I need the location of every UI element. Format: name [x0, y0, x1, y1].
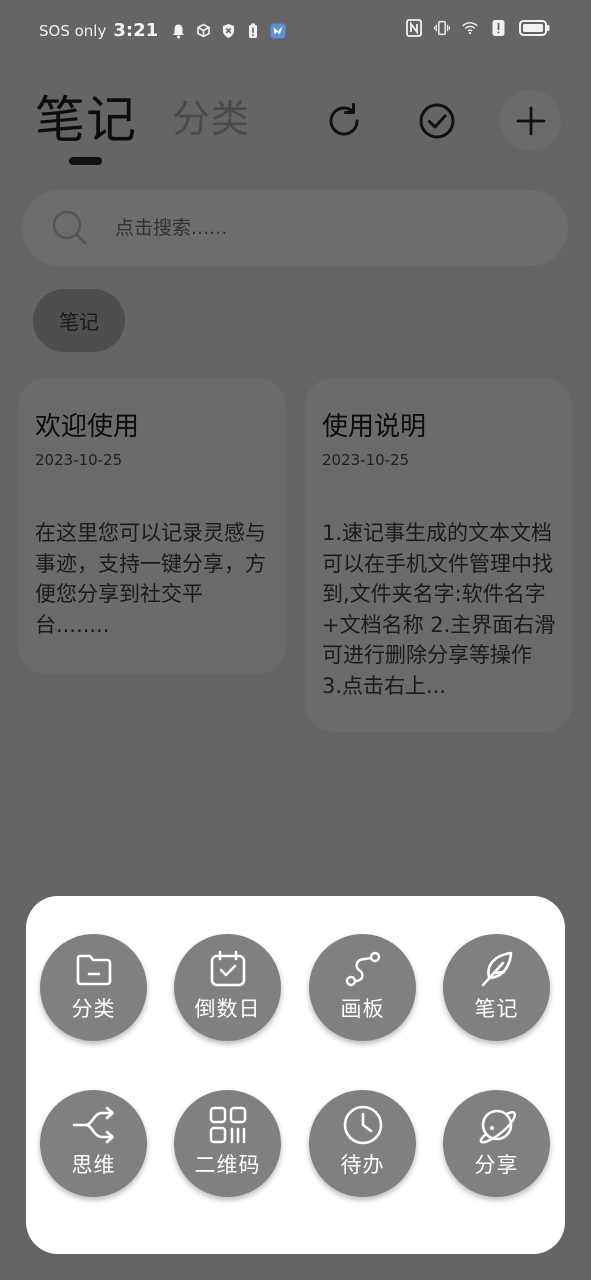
note-date: 2023-10-25 [35, 451, 123, 469]
action-qrcode-button[interactable]: 二维码 [174, 1090, 281, 1197]
alert-icon [490, 20, 506, 36]
action-drawing-button[interactable]: 画板 [309, 934, 416, 1041]
action-label: 笔记 [474, 997, 519, 1021]
app-screen: SOS only 3:21 笔记 分类 点击搜索...... 笔记 欢迎使用 2… [0, 0, 591, 1280]
refresh-button[interactable] [318, 95, 370, 147]
folder-icon [72, 947, 116, 991]
action-share-button[interactable]: 分享 [443, 1090, 550, 1197]
select-button[interactable] [411, 95, 463, 147]
action-label: 画板 [340, 997, 385, 1021]
search-bar[interactable] [22, 190, 568, 266]
clock: 3:21 [113, 20, 159, 41]
action-label: 分类 [71, 997, 116, 1021]
search-icon [50, 208, 90, 248]
clock-icon [341, 1103, 385, 1147]
action-label: 思维 [71, 1153, 116, 1177]
add-button[interactable] [500, 90, 561, 151]
filter-chip-notes[interactable]: 笔记 [33, 289, 125, 352]
shield-x-icon [220, 23, 236, 39]
bell-icon [170, 23, 186, 39]
action-label: 二维码 [194, 1153, 261, 1177]
note-card[interactable]: 使用说明 2023-10-25 1.速记事生成的文本文档可以在手机文件管理中找到… [305, 378, 572, 732]
draw-path-icon [341, 947, 385, 991]
tab-indicator [69, 157, 102, 165]
note-preview: 在这里您可以记录灵感与事迹，支持一键分享，方便您分享到社交平台........ [35, 521, 266, 637]
action-note-button[interactable]: 笔记 [443, 934, 550, 1041]
carrier-label: SOS only [39, 21, 107, 40]
nfc-icon [406, 19, 422, 37]
action-label: 分享 [474, 1153, 519, 1177]
wifi-icon [462, 20, 478, 36]
cube-icon [195, 23, 211, 39]
mind-map-icon [72, 1103, 116, 1147]
refresh-icon [329, 103, 359, 136]
vibrate-icon [434, 20, 450, 36]
battery-icon [518, 20, 550, 36]
action-countdown-button[interactable]: 倒数日 [174, 934, 281, 1041]
tab-category[interactable]: 分类 [172, 88, 250, 143]
battery-alert-icon [245, 23, 261, 39]
check-circle-icon [419, 103, 455, 139]
status-left: SOS only 3:21 [39, 20, 289, 41]
note-title: 使用说明 [322, 412, 427, 442]
note-card[interactable]: 欢迎使用 2023-10-25 在这里您可以记录灵感与事迹，支持一键分享，方便您… [18, 378, 286, 674]
note-preview: 1.速记事生成的文本文档可以在手机文件管理中找到,文件夹名字:软件名字+文档名称… [322, 521, 556, 698]
feather-icon [475, 947, 519, 991]
note-date: 2023-10-25 [322, 451, 410, 469]
plus-icon [516, 106, 545, 135]
action-label: 倒数日 [194, 997, 261, 1021]
calendar-check-icon [206, 947, 250, 991]
action-label: 待办 [340, 1153, 385, 1177]
action-todo-button[interactable]: 待办 [309, 1090, 416, 1197]
qr-code-icon [206, 1103, 250, 1147]
status-right [406, 19, 553, 37]
status-bar: SOS only 3:21 [0, 0, 591, 66]
search-input[interactable] [115, 212, 515, 244]
action-category-button[interactable]: 分类 [40, 934, 147, 1041]
tab-notes[interactable]: 笔记 [35, 80, 137, 152]
note-title: 欢迎使用 [35, 412, 140, 442]
planet-icon [475, 1103, 519, 1147]
action-mindmap-button[interactable]: 思维 [40, 1090, 147, 1197]
app-notification-icon [270, 22, 286, 39]
action-sheet: 分类 倒数日 画板 笔记 思维 二维码 待办 分享 [26, 896, 565, 1254]
